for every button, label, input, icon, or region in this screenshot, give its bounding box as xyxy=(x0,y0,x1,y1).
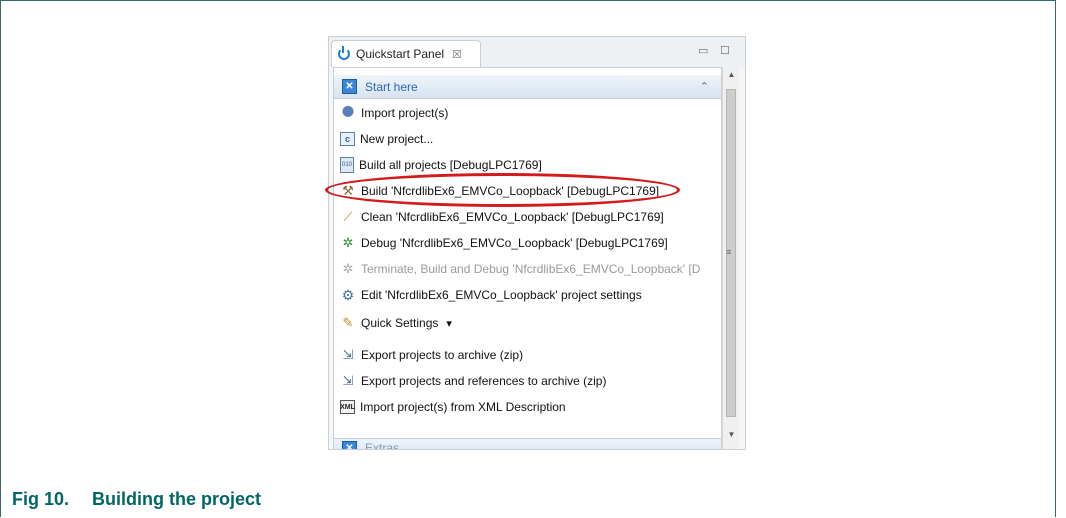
scroll-up-icon[interactable]: ▲ xyxy=(723,67,740,83)
debug-bug-icon: ✲ xyxy=(342,235,354,250)
scroll-down-icon[interactable]: ▼ xyxy=(723,427,740,443)
item-terminate-build-debug: ✲ Terminate, Build and Debug 'NfcrdlibEx… xyxy=(340,258,701,280)
scrollbar-grip-icon: ≡ xyxy=(726,247,732,257)
project-settings-icon: ⚙ xyxy=(341,286,355,303)
item-label: Edit 'NfcrdlibEx6_EMVCo_Loopback' projec… xyxy=(361,288,642,302)
item-label: Debug 'NfcrdlibEx6_EMVCo_Loopback' [Debu… xyxy=(361,236,668,250)
item-label: Export projects to archive (zip) xyxy=(361,348,524,362)
figure-caption: Fig 10. Building the project xyxy=(12,489,261,510)
item-export-archive[interactable]: ⇲ Export projects to archive (zip) xyxy=(340,344,524,366)
export-references-icon: ⇲ xyxy=(342,373,354,388)
figure-frame-top xyxy=(0,0,1056,1)
item-label: Clean 'NfcrdlibEx6_EMVCo_Loopback' [Debu… xyxy=(361,210,664,224)
clean-broom-icon: ⟋ xyxy=(343,209,353,224)
section-title: Extras xyxy=(365,441,400,450)
tab-title: Quickstart Panel xyxy=(356,47,445,61)
import-xml-icon: XML xyxy=(340,400,355,414)
section-icon: ✕ xyxy=(342,440,357,449)
minimize-icon[interactable]: ▭ xyxy=(698,44,708,57)
item-clean-project[interactable]: ⟋ Clean 'NfcrdlibEx6_EMVCo_Loopback' [De… xyxy=(340,206,664,228)
item-new-project[interactable]: c New project... xyxy=(340,128,433,150)
power-icon xyxy=(338,46,350,60)
export-archive-icon: ⇲ xyxy=(342,347,354,362)
item-label: Build all projects [DebugLPC1769] xyxy=(359,158,542,172)
build-all-icon: 010 xyxy=(340,157,354,173)
item-edit-project-settings[interactable]: ⚙ Edit 'NfcrdlibEx6_EMVCo_Loopback' proj… xyxy=(340,284,642,306)
item-label: Export projects and references to archiv… xyxy=(361,374,607,388)
quick-settings-icon: ✎ xyxy=(342,315,354,330)
section-icon: ✕ xyxy=(342,79,357,94)
item-export-references[interactable]: ⇲ Export projects and references to arch… xyxy=(340,370,607,392)
item-label: Terminate, Build and Debug 'NfcrdlibEx6_… xyxy=(361,262,701,276)
item-label: Quick Settings xyxy=(361,316,439,330)
item-import-projects[interactable]: Import project(s) xyxy=(340,102,448,124)
tab-quickstart-panel[interactable]: Quickstart Panel ☒ xyxy=(331,40,481,67)
close-tab-icon[interactable]: ☒ xyxy=(452,48,462,61)
figure-title: Building the project xyxy=(92,489,262,509)
item-import-xml[interactable]: XML Import project(s) from XML Descripti… xyxy=(340,396,566,418)
panel-tab-bar: Quickstart Panel ☒ ▭ ☐ xyxy=(329,37,745,67)
panel-content: ✕ Start here ⌃ Import project(s) c New p… xyxy=(333,67,722,450)
import-project-icon xyxy=(340,105,356,121)
section-start-here[interactable]: ✕ Start here ⌃ xyxy=(334,75,721,99)
item-quick-settings[interactable]: ✎ Quick Settings ▾ xyxy=(340,312,452,334)
section-title: Start here xyxy=(365,79,418,94)
highlight-ellipse xyxy=(325,173,680,207)
item-label: New project... xyxy=(360,132,434,146)
maximize-icon[interactable]: ☐ xyxy=(720,44,730,57)
item-label: Import project(s) xyxy=(361,106,449,120)
vertical-scrollbar[interactable]: ▲ ≡ ▼ xyxy=(722,67,740,449)
item-label: Import project(s) from XML Description xyxy=(360,400,566,414)
new-project-icon: c xyxy=(340,132,355,146)
terminate-build-debug-icon: ✲ xyxy=(342,261,354,276)
item-debug-project[interactable]: ✲ Debug 'NfcrdlibEx6_EMVCo_Loopback' [De… xyxy=(340,232,668,254)
section-extras[interactable]: ✕ Extras ⌄ xyxy=(334,438,721,450)
chevron-down-icon[interactable]: ▾ xyxy=(446,317,452,330)
figure-number: Fig 10. xyxy=(12,489,70,509)
expand-icon[interactable]: ⌄ xyxy=(700,442,709,450)
collapse-icon[interactable]: ⌃ xyxy=(700,80,709,93)
quickstart-panel: Quickstart Panel ☒ ▭ ☐ ✕ Start here ⌃ Im… xyxy=(328,36,746,450)
